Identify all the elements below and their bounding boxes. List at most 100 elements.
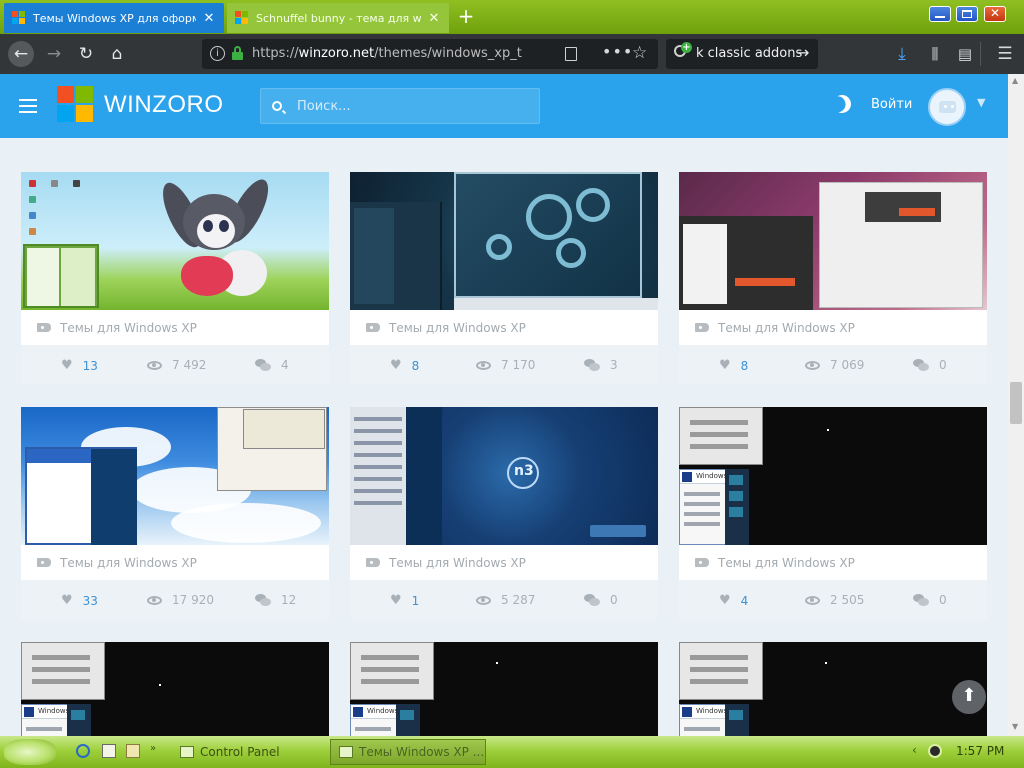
theme-card[interactable]: Windows XP bbox=[350, 642, 658, 736]
control-panel-icon bbox=[180, 746, 194, 758]
likes-stat[interactable]: ♥ 4 bbox=[719, 593, 748, 608]
category-label[interactable]: Темы для Windows XP bbox=[389, 556, 526, 570]
category-label[interactable]: Темы для Windows XP bbox=[718, 556, 855, 570]
theme-grid: Темы для Windows XP ♥ 13 7 492 4 Темы для… bbox=[0, 138, 1008, 736]
comments-stat[interactable]: 12 bbox=[255, 593, 296, 607]
likes-count: 8 bbox=[740, 358, 749, 373]
sidebar-icon[interactable]: ▤ bbox=[953, 42, 977, 66]
theme-card[interactable]: Темы для Windows XP ♥ 13 7 492 4 bbox=[21, 172, 329, 384]
address-bar[interactable]: i https://winzoro.net/themes/windows_xp_… bbox=[202, 39, 658, 69]
forward-arrow-icon[interactable]: → bbox=[42, 42, 66, 66]
addon-search-value[interactable]: k classic addons bbox=[696, 46, 802, 61]
theme-card[interactable]: Темы для Windows XP ♥ 8 7 170 3 bbox=[350, 172, 658, 384]
site-search-input[interactable]: Поиск... bbox=[260, 88, 540, 124]
scroll-to-top-button[interactable]: ⬆ bbox=[952, 680, 986, 714]
home-icon[interactable]: ⌂ bbox=[105, 42, 129, 66]
tab-active[interactable]: Темы Windows XP для оформления ✕ bbox=[4, 3, 224, 33]
window-maximize-button[interactable] bbox=[956, 6, 978, 22]
theme-thumbnail[interactable]: Windows XP bbox=[679, 642, 987, 736]
category-row[interactable]: Темы для Windows XP bbox=[679, 310, 987, 346]
taskbar-button-control-panel[interactable]: Control Panel bbox=[172, 739, 322, 765]
close-tab-icon[interactable]: ✕ bbox=[427, 11, 441, 26]
page-scrollbar[interactable]: ▲ ▼ bbox=[1008, 74, 1024, 736]
likes-stat[interactable]: ♥ 1 bbox=[390, 593, 419, 608]
category-label[interactable]: Темы для Windows XP bbox=[60, 321, 197, 335]
back-arrow-icon[interactable]: ← bbox=[8, 41, 34, 67]
tray-app-icon[interactable] bbox=[928, 744, 942, 758]
avatar[interactable] bbox=[928, 88, 966, 126]
scroll-down-arrow-icon[interactable]: ▼ bbox=[1012, 722, 1018, 731]
tab-inactive[interactable]: Schnuffel bunny - тема для windows ✕ bbox=[227, 3, 449, 33]
likes-stat[interactable]: ♥ 8 bbox=[390, 358, 419, 373]
quick-launch-more-icon[interactable]: » bbox=[150, 743, 156, 754]
category-row[interactable]: Темы для Windows XP bbox=[350, 545, 658, 581]
comments-stat[interactable]: 0 bbox=[913, 358, 947, 372]
download-icon[interactable]: ⤓ bbox=[890, 42, 914, 66]
likes-count: 33 bbox=[82, 593, 98, 608]
theme-thumbnail[interactable] bbox=[21, 407, 329, 545]
comments-stat[interactable]: 3 bbox=[584, 358, 618, 372]
theme-card[interactable]: Темы для Windows XP ♥ 8 7 069 0 bbox=[679, 172, 987, 384]
window-close-button[interactable]: ✕ bbox=[984, 6, 1006, 22]
go-arrow-icon[interactable]: → bbox=[796, 43, 809, 62]
documents-icon[interactable] bbox=[126, 744, 140, 758]
theme-thumbnail[interactable]: n3 bbox=[350, 407, 658, 545]
clock[interactable]: 1:57 PM bbox=[956, 744, 1004, 758]
comments-stat[interactable]: 0 bbox=[584, 593, 618, 607]
likes-stat[interactable]: ♥ 33 bbox=[61, 593, 98, 608]
scrollbar-thumb[interactable] bbox=[1010, 382, 1022, 424]
star-icon[interactable]: ☆ bbox=[632, 43, 647, 63]
menu-icon[interactable] bbox=[19, 98, 37, 114]
internet-explorer-icon[interactable] bbox=[76, 744, 90, 758]
theme-card[interactable]: Windows XP bbox=[679, 642, 987, 736]
hamburger-icon[interactable]: ☰ bbox=[993, 42, 1017, 66]
addon-search-box[interactable]: + k classic addons → bbox=[666, 39, 818, 69]
reload-icon[interactable]: ↻ bbox=[74, 42, 98, 66]
maximize-icon bbox=[962, 10, 972, 18]
tag-icon bbox=[695, 323, 709, 332]
theme-card[interactable]: n3 Темы для Windows XP ♥ 1 5 287 0 bbox=[350, 407, 658, 619]
close-tab-icon[interactable]: ✕ bbox=[202, 11, 216, 26]
category-row[interactable]: Темы для Windows XP bbox=[21, 310, 329, 346]
library-icon[interactable]: ⫼ bbox=[923, 42, 947, 66]
category-row[interactable]: Темы для Windows XP bbox=[350, 310, 658, 346]
comment-icon bbox=[255, 594, 271, 606]
taskbar-button-browser[interactable]: Темы Windows XP ... bbox=[330, 739, 486, 765]
heart-icon: ♥ bbox=[61, 358, 73, 373]
new-tab-icon[interactable]: + bbox=[455, 6, 477, 28]
theme-thumbnail[interactable] bbox=[350, 172, 658, 310]
theme-thumbnail[interactable] bbox=[21, 172, 329, 310]
theme-card[interactable]: Windows XP bbox=[21, 642, 329, 736]
category-label[interactable]: Темы для Windows XP bbox=[389, 321, 526, 335]
logo-icon[interactable] bbox=[57, 86, 93, 122]
category-label[interactable]: Темы для Windows XP bbox=[718, 321, 855, 335]
reader-view-icon[interactable] bbox=[565, 47, 577, 61]
theme-thumbnail[interactable]: Windows XP bbox=[21, 642, 329, 736]
comments-stat[interactable]: 0 bbox=[913, 593, 947, 607]
chevron-down-icon[interactable]: ▼ bbox=[977, 96, 985, 109]
login-link[interactable]: Войти bbox=[871, 97, 912, 112]
url-text[interactable]: https://winzoro.net/themes/windows_xp_th… bbox=[252, 46, 522, 61]
tray-expand-icon[interactable]: ‹ bbox=[912, 743, 917, 757]
theme-card[interactable]: Windows XP Темы для Windows XP ♥ 4 2 505 … bbox=[679, 407, 987, 619]
more-icon[interactable]: ••• bbox=[602, 42, 633, 61]
close-icon: ✕ bbox=[989, 6, 1001, 20]
comments-stat[interactable]: 4 bbox=[255, 358, 289, 372]
start-button[interactable] bbox=[4, 739, 56, 765]
theme-thumbnail[interactable] bbox=[679, 172, 987, 310]
lock-icon[interactable] bbox=[232, 46, 243, 60]
category-label[interactable]: Темы для Windows XP bbox=[60, 556, 197, 570]
dark-mode-moon-icon[interactable] bbox=[830, 92, 855, 117]
likes-stat[interactable]: ♥ 13 bbox=[61, 358, 98, 373]
theme-card[interactable]: Темы для Windows XP ♥ 33 17 920 12 bbox=[21, 407, 329, 619]
category-row[interactable]: Темы для Windows XP bbox=[21, 545, 329, 581]
info-icon[interactable]: i bbox=[210, 46, 225, 61]
window-minimize-button[interactable] bbox=[929, 6, 951, 22]
theme-thumbnail[interactable]: Windows XP bbox=[679, 407, 987, 545]
logo-text[interactable]: WINZORO bbox=[104, 91, 223, 119]
category-row[interactable]: Темы для Windows XP bbox=[679, 545, 987, 581]
theme-thumbnail[interactable]: Windows XP bbox=[350, 642, 658, 736]
scroll-up-arrow-icon[interactable]: ▲ bbox=[1012, 76, 1018, 85]
likes-stat[interactable]: ♥ 8 bbox=[719, 358, 748, 373]
notepad-icon[interactable] bbox=[102, 744, 116, 758]
